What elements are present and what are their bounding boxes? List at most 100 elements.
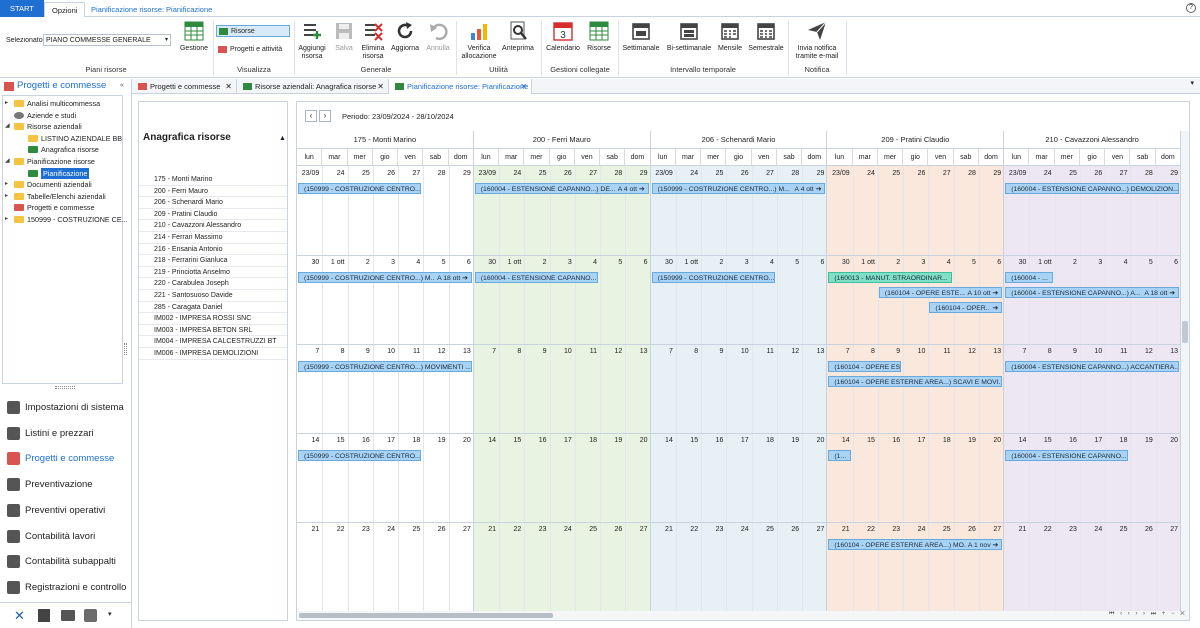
schedule-event[interactable]: (160104 - OPERE ESTERNE ... bbox=[828, 361, 902, 372]
resource-row[interactable]: IM002 - IMPRESA ROSSI SNC bbox=[139, 313, 287, 325]
doc-tab[interactable]: Pianificazione risorse: Pianificazione ✕ bbox=[389, 79, 532, 94]
schedule-event[interactable]: (160104 - OPERE ESTERNE AREA...) MO... A … bbox=[828, 539, 1003, 550]
tree-item[interactable]: Pianificazione bbox=[3, 167, 122, 179]
risorse-button[interactable]: Risorse bbox=[583, 45, 615, 53]
undo-icon[interactable] bbox=[428, 21, 448, 41]
nav-item[interactable]: Contabilità subappalti bbox=[0, 549, 131, 574]
resource-row[interactable]: IM004 - IMPRESA CALCESTRUZZI BT bbox=[139, 336, 287, 348]
piano-select[interactable]: PIANO COMMESSE GENERALE ▾ bbox=[43, 34, 171, 46]
truck-icon[interactable] bbox=[61, 610, 75, 621]
schedule-event[interactable]: (150999 - COSTRUZIONE CENTRO... bbox=[298, 450, 422, 461]
calendario-button[interactable]: Calendario bbox=[545, 45, 581, 53]
resource-row[interactable]: 221 - Santosuoso Davide bbox=[139, 290, 287, 302]
resources-grid-icon[interactable] bbox=[589, 21, 609, 41]
progetti-attivita-toggle[interactable]: Progetti e attività bbox=[216, 44, 282, 56]
resource-row[interactable]: 210 - Cavazzoni Alessandro bbox=[139, 220, 287, 232]
schedule-event[interactable]: (160004 - ESTENSIONE CAPANNO... bbox=[474, 272, 599, 283]
settings-icon[interactable] bbox=[84, 609, 97, 622]
anteprima-button[interactable]: Anteprima bbox=[501, 45, 535, 53]
schedule-event[interactable]: (150999 - COSTRUZIONE CENTRO... bbox=[298, 183, 422, 194]
schedule-event[interactable]: (160104 - OPERE ESTE... A 10 ott ➔ bbox=[878, 287, 1003, 298]
resource-row[interactable]: 200 - Ferri Mauro bbox=[139, 186, 287, 198]
semestrale-button[interactable]: Semestrale bbox=[746, 45, 786, 53]
refresh-icon[interactable] bbox=[395, 21, 415, 41]
schedule-event[interactable]: (160104 - OPER... ➔ bbox=[929, 302, 1003, 313]
resource-row[interactable]: 219 - Princiotta Anselmo bbox=[139, 267, 287, 279]
vertical-scrollbar-thumb[interactable] bbox=[1182, 321, 1188, 343]
preview-icon[interactable] bbox=[508, 21, 528, 41]
biweek-icon[interactable] bbox=[679, 21, 699, 41]
schedule-event[interactable]: (160004 - ESTENSIONE CAPANNO...) A... A 1… bbox=[1005, 287, 1179, 298]
schedule-event[interactable]: (150999 - COSTRUZIONE CENTRO...) M... A 4… bbox=[651, 183, 826, 194]
save-icon[interactable] bbox=[334, 21, 354, 41]
resource-row[interactable]: IM003 - IMPRESA BETON SRL bbox=[139, 325, 287, 337]
schedule-event[interactable]: (160004 - ESTENSIONE CAPANNO...) DE... A … bbox=[474, 183, 649, 194]
month-icon[interactable] bbox=[720, 21, 740, 41]
help-icon[interactable]: ? bbox=[1186, 3, 1196, 13]
schedule-event[interactable]: (150999 - COSTRUZIONE CENTRO... bbox=[651, 272, 775, 283]
tree-item[interactable]: ▸ 150999 - COSTRUZIONE CE... bbox=[3, 214, 128, 225]
grid-icon[interactable] bbox=[184, 21, 204, 41]
resource-row[interactable]: 218 - Ferrarini Gianluca bbox=[139, 255, 287, 267]
close-icon[interactable]: ✕ bbox=[377, 79, 384, 94]
resource-row[interactable]: 216 - Ensania Antonio bbox=[139, 244, 287, 256]
add-resource-icon[interactable] bbox=[302, 21, 322, 41]
sort-up-icon[interactable]: ▲ bbox=[279, 135, 286, 142]
nav-item[interactable]: Registrazioni e controllo bbox=[0, 575, 131, 600]
resource-row[interactable]: 214 - Ferrari Massimo bbox=[139, 232, 287, 244]
risorse-toggle[interactable]: Risorse bbox=[216, 25, 290, 37]
nav-item[interactable]: Contabilità lavori bbox=[0, 524, 131, 549]
tree-item[interactable]: ◢ Risorse aziendali bbox=[3, 121, 122, 132]
resource-row[interactable]: 285 - Caragata Daniel bbox=[139, 302, 287, 314]
resource-row[interactable]: 206 - Schenardi Mario bbox=[139, 197, 287, 209]
tab-list-dropdown-icon[interactable]: ▾ bbox=[1190, 79, 1194, 87]
annulla-button[interactable]: Annulla bbox=[423, 45, 453, 53]
schedule-event[interactable]: (160013 - MANUT. STRAORDINAR... bbox=[828, 272, 952, 283]
tree-item[interactable]: ▸ Documenti aziendali bbox=[3, 179, 122, 190]
tree-item[interactable]: ▸ Tabelle/Elenchi aziendali bbox=[3, 191, 122, 202]
gestione-button[interactable]: Gestione bbox=[176, 45, 212, 53]
nav-item[interactable]: Listini e prezzari bbox=[0, 421, 131, 446]
expand-arrow-icon[interactable]: ◢ bbox=[5, 121, 10, 132]
tree-item[interactable]: LISTINO AZIENDALE BB bbox=[3, 133, 122, 144]
salva-button[interactable]: Salva bbox=[329, 45, 359, 53]
schedule-event[interactable]: (160104 - OPERE ESTERNE AREA...) SCAVI E… bbox=[828, 376, 1003, 387]
resource-row[interactable]: IM006 - IMPRESA DEMOLIZIONI bbox=[139, 348, 287, 360]
tree-item[interactable]: Progetti e commesse bbox=[3, 202, 122, 213]
tab-context-pianificazione[interactable]: Pianificazione risorse: Pianificazione bbox=[84, 2, 219, 17]
nav-item[interactable]: Impostazioni di sistema bbox=[0, 395, 131, 420]
schedule-event[interactable]: (160004 - ... bbox=[1005, 272, 1053, 283]
aggiungi-risorsa-button[interactable]: Aggiungi risorsa bbox=[297, 45, 327, 61]
schedule-event[interactable]: (150999 - COSTRUZIONE CENTRO...) MOVIMEN… bbox=[298, 361, 472, 372]
schedule-event[interactable]: (160004 - ESTENSIONE CAPANNO...) DEMOLIZ… bbox=[1005, 183, 1179, 194]
tab-opzioni[interactable]: Opzioni bbox=[44, 2, 86, 17]
tree-item[interactable]: ▸ Analisi multicommessa bbox=[3, 98, 122, 109]
expand-arrow-icon[interactable]: ▸ bbox=[5, 98, 8, 109]
settimanale-button[interactable]: Settimanale bbox=[620, 45, 662, 53]
resource-row[interactable]: 175 - Monti Marino bbox=[139, 174, 287, 186]
resource-row[interactable]: 220 - Carabulea Joseph bbox=[139, 278, 287, 290]
splitter-handle[interactable] bbox=[55, 386, 75, 389]
expand-arrow-icon[interactable]: ▸ bbox=[5, 191, 8, 202]
close-icon[interactable]: ✕ bbox=[520, 79, 527, 94]
splitter-handle[interactable] bbox=[124, 343, 127, 355]
doc-tab[interactable]: Progetti e commesse ✕ bbox=[132, 79, 237, 94]
resource-row[interactable]: 209 - Pratini Claudio bbox=[139, 209, 287, 221]
delete-resource-icon[interactable] bbox=[363, 21, 383, 41]
vertical-scrollbar[interactable] bbox=[1181, 131, 1189, 611]
expand-arrow-icon[interactable]: ▸ bbox=[5, 179, 8, 190]
verifica-allocazione-button[interactable]: Verifica allocazione bbox=[459, 45, 499, 61]
schedule-event[interactable]: (160004 - ESTENSIONE CAPANNO... bbox=[1005, 450, 1129, 461]
doc-tab[interactable]: Risorse aziendali: Anagrafica risorse ✕ bbox=[237, 79, 389, 94]
tree-item[interactable]: Aziende e studi bbox=[3, 110, 122, 121]
horizontal-scrollbar[interactable]: ⏮ ‹ ‹ › › ⏭ + − ✕ bbox=[297, 611, 1189, 620]
horizontal-scrollbar-thumb[interactable] bbox=[299, 613, 553, 618]
nav-item[interactable]: Preventivazione bbox=[0, 472, 131, 497]
schedule-event[interactable]: (150999 - COSTRUZIONE CENTRO...) M... A 1… bbox=[298, 272, 472, 283]
collapse-left-icon[interactable]: « bbox=[120, 82, 124, 89]
week-icon[interactable] bbox=[631, 21, 651, 41]
schedule-event[interactable]: (1... bbox=[828, 450, 851, 461]
schedule-event[interactable]: (160004 - ESTENSIONE CAPANNO...) ACCANTI… bbox=[1005, 361, 1179, 372]
pager-controls[interactable]: ⏮ ‹ ‹ › › ⏭ + − ✕ bbox=[1109, 611, 1187, 618]
calendar-icon[interactable]: 3 bbox=[553, 21, 573, 41]
